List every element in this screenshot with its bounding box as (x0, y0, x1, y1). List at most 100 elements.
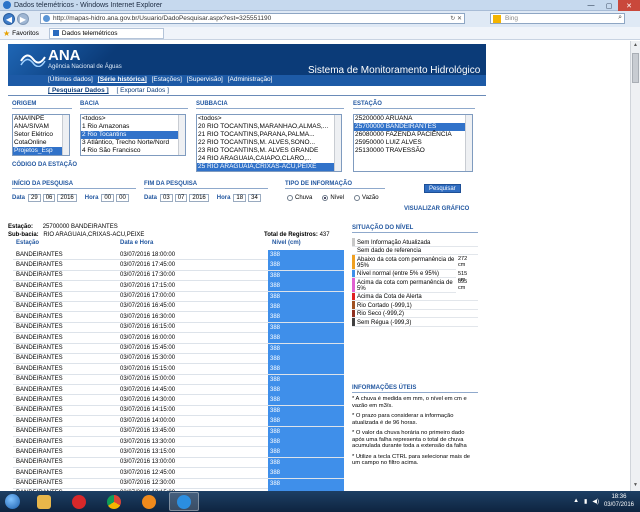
bacia-option[interactable]: <todos> (81, 115, 185, 123)
col-nivel[interactable]: Nível (cm) (272, 240, 301, 246)
cell-data-hora: 03/07/2016 14:45:00 (120, 386, 176, 393)
subbacia-option[interactable]: 21 RIO TOCANTINS,PARANA,PALMA... (197, 131, 341, 139)
radio-chuva[interactable] (287, 195, 293, 201)
bacia-option[interactable]: 1 Rio Amazonas (81, 123, 185, 131)
subbacia-option[interactable]: 25 RIO ARAGUAIA,CRIXAS-ACU,PEIXE (197, 163, 341, 171)
menu-ultimos-dados[interactable]: [Últimos dados] (48, 76, 93, 83)
legend-swatch (352, 246, 355, 254)
estacao-option[interactable]: 25200000 ARUANÃ (354, 115, 472, 123)
radio-vazao[interactable] (354, 195, 361, 201)
menu-serie-historica[interactable]: [Série histórica] (98, 76, 147, 83)
origem-option[interactable]: CotaOnline (13, 139, 69, 147)
inicio-minute-input[interactable]: 00 (116, 194, 129, 202)
browser-tab[interactable]: Dados telemétricos (48, 27, 164, 39)
fim-day-input[interactable]: 03 (160, 194, 173, 202)
origem-listbox[interactable]: ANA/INPE ANA/SIVAM Setor Elétrico CotaOnlin… (12, 114, 70, 156)
inicio-hour-input[interactable]: 00 (101, 194, 115, 202)
search-input[interactable]: Bing ⌕ (490, 13, 625, 24)
legend-swatch (352, 278, 355, 292)
menu-administracao[interactable]: [Administração] (228, 76, 273, 83)
favorites-button[interactable]: Favoritos (12, 30, 39, 37)
network-icon[interactable]: ▮ (584, 498, 587, 505)
start-button[interactable] (0, 491, 24, 512)
inicio-day-input[interactable]: 29 (28, 194, 41, 202)
close-button[interactable]: ✕ (618, 0, 640, 11)
info-notes: * A chuva é medida em mm, o nível em cm … (352, 396, 478, 471)
inicio-month-input[interactable]: 06 (42, 194, 56, 202)
fim-month-input[interactable]: 07 (174, 194, 188, 202)
cell-estacao: BANDEIRANTES (16, 334, 63, 341)
submenu-exportar[interactable]: [ Exportar Dados ] (117, 87, 169, 94)
cell-nivel: 388 (268, 291, 344, 302)
taskbar-explorer[interactable] (29, 492, 59, 511)
refresh-icon[interactable]: ↻ ✕ (450, 15, 462, 22)
col-estacao[interactable]: Estação (16, 240, 39, 246)
table-row: BANDEIRANTES 03/07/2016 13:30:00 388 (13, 437, 344, 448)
address-input[interactable]: http://mapas-hidro.ana.gov.br/Usuario/Da… (40, 13, 465, 24)
clock-time: 18:36 (611, 494, 627, 500)
minimize-button[interactable]: — (582, 0, 600, 11)
fim-minute-input[interactable]: 34 (248, 194, 261, 202)
menu-estacoes[interactable]: [Estações] (152, 76, 182, 83)
bacia-option[interactable]: 3 Atlântico, Trecho Norte/Nord (81, 139, 185, 147)
origem-option[interactable]: ANA/INPE (13, 115, 69, 123)
fim-hour-input[interactable]: 18 (233, 194, 247, 202)
table-row: BANDEIRANTES 03/07/2016 16:45:00 388 (13, 301, 344, 313)
page-scrollbar[interactable]: ▲ ▼ (630, 41, 640, 491)
estacao-option[interactable]: 26080000 FAZENDA PACIÊNCIA (354, 131, 472, 139)
legend-text: Acima da Cota de Alerta (357, 294, 422, 300)
taskbar-ie[interactable] (169, 492, 199, 511)
inicio-year-input[interactable]: 2016 (57, 194, 77, 202)
subbacia-option[interactable]: 22 RIO TOCANTINS,M. ALVES,SONO... (197, 139, 341, 147)
subbacia-option[interactable]: <todos> (197, 115, 341, 123)
bacia-listbox[interactable]: <todos> 1 Rio Amazonas 2 Rio Tocantins 3 At… (80, 114, 186, 156)
fim-year-input[interactable]: 2016 (189, 194, 209, 202)
visualizar-grafico-link[interactable]: VISUALIZAR GRÁFICO (404, 206, 469, 212)
legend-item: Sem Régua (-999,3) (352, 318, 478, 327)
origem-scrollbar[interactable] (62, 115, 69, 155)
estacao-option[interactable]: 25950000 LUIZ ALVES (354, 139, 472, 147)
volume-icon[interactable]: ◀) (592, 498, 599, 505)
tipo-rule (285, 188, 385, 189)
favorites-star-icon[interactable]: ★ (3, 29, 10, 38)
col-data-hora[interactable]: Data e Hora (120, 240, 153, 246)
table-row: BANDEIRANTES 03/07/2016 13:00:00 388 (13, 457, 344, 469)
bacia-scrollbar[interactable] (178, 115, 185, 155)
scroll-thumb[interactable] (632, 53, 639, 83)
subbacia-listbox[interactable]: <todos> 20 RIO TOCANTINS,MARANHAO,ALMAS,.… (196, 114, 342, 172)
info-rule (352, 392, 478, 393)
search-icon[interactable]: ⌕ (618, 14, 622, 22)
scroll-down-icon[interactable]: ▼ (632, 482, 639, 490)
taskbar-media[interactable] (134, 492, 164, 511)
origem-option[interactable]: Setor Elétrico (13, 131, 69, 139)
forward-button[interactable]: ▶ (17, 13, 29, 25)
clock-date: 03/07/2016 (603, 502, 634, 508)
bacia-option[interactable]: 2 Rio Tocantins (81, 131, 185, 139)
origem-option[interactable]: ANA/SIVAM (13, 123, 69, 131)
taskbar-chrome[interactable] (99, 492, 129, 511)
maximize-button[interactable]: ▢ (600, 0, 618, 11)
estacao-option[interactable]: 25700000 BANDEIRANTES (354, 123, 472, 131)
estacao-scrollbar[interactable] (465, 115, 472, 171)
subbacia-scrollbar[interactable] (334, 115, 341, 171)
back-button[interactable]: ◀ (3, 13, 15, 25)
cell-data-hora: 03/07/2016 17:15:00 (120, 282, 176, 289)
taskbar-opera[interactable] (64, 492, 94, 511)
table-row: BANDEIRANTES 03/07/2016 14:00:00 388 (13, 416, 344, 427)
bacia-option[interactable]: 4 Rio São Francisco (81, 147, 185, 155)
menu-supervisao[interactable]: [Supervisão] (187, 76, 223, 83)
clock[interactable]: 18:36 03/07/2016 (604, 493, 634, 509)
tab-favicon-icon (52, 30, 59, 36)
legend-item: Nível normal (entre 5% e 95%) 515 cm (352, 269, 467, 283)
estacao-listbox[interactable]: 25200000 ARUANÃ 25700000 BANDEIRANTES 2608… (353, 114, 473, 172)
origem-option[interactable]: Projetos_Esp (13, 147, 69, 155)
tray-expand-icon[interactable]: ▲ (573, 498, 579, 504)
pesquisar-button[interactable]: Pesquisar (424, 184, 461, 193)
subbacia-option[interactable]: 23 RIO TOCANTINS,M. ALVES GRANDE (197, 147, 341, 155)
subbacia-option[interactable]: 20 RIO TOCANTINS,MARANHAO,ALMAS,... (197, 123, 341, 131)
estacao-option[interactable]: 25130000 TRAVESSÃO (354, 147, 472, 155)
submenu-pesquisar[interactable]: [ Pesquisar Dados ] (48, 87, 109, 94)
scroll-up-icon[interactable]: ▲ (632, 42, 639, 50)
subbacia-option[interactable]: 24 RIO ARAGUAIA,CAIAPO,CLARO,... (197, 155, 341, 163)
radio-nivel[interactable] (322, 195, 329, 201)
